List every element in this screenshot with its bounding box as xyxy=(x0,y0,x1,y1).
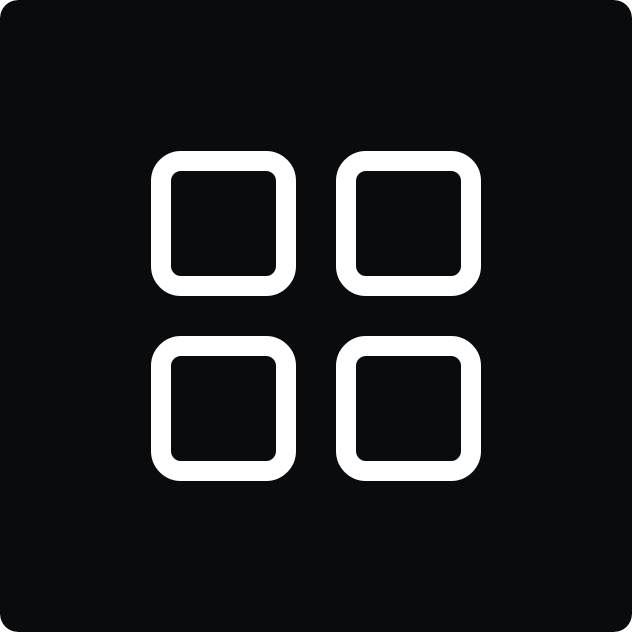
app-grid-icon xyxy=(0,0,632,632)
tile-background xyxy=(0,0,632,632)
app-grid-tile[interactable] xyxy=(0,0,632,632)
